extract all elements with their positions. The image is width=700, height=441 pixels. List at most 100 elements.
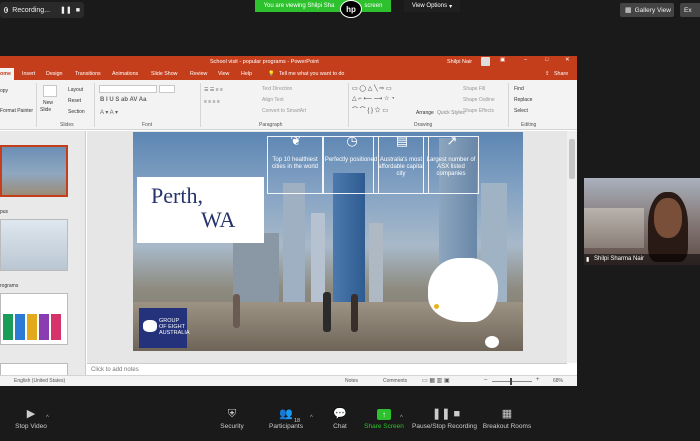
comments-toggle[interactable]: Comments	[383, 378, 407, 384]
language-indicator[interactable]: English (United States)	[14, 378, 65, 384]
arrange-button[interactable]: Arrange	[416, 110, 434, 116]
hp-logo: hp	[340, 0, 362, 18]
select-button[interactable]: Select	[514, 108, 528, 114]
status-bar: English (United States) Notes Comments ▭…	[0, 375, 577, 386]
tab-review[interactable]: Review	[190, 71, 207, 77]
vertical-scrollbar[interactable]	[567, 131, 577, 363]
find-button[interactable]: Find	[514, 86, 524, 92]
align-icon[interactable]: ≡ ≡ ≡ ≡	[204, 99, 220, 105]
group-label-paragraph: Paragraph	[259, 122, 283, 128]
viewing-text: You are viewing Shilpi Sha	[263, 3, 335, 9]
replace-button[interactable]: Replace	[514, 97, 532, 103]
avatar[interactable]	[481, 57, 490, 66]
tab-animations[interactable]: Animations	[112, 71, 138, 77]
participant-name: Shilpi Sharma Nair	[594, 256, 645, 262]
breakout-rooms-button[interactable]: ▦ Breakout Rooms	[482, 409, 532, 431]
shapes-gallery-icon-3[interactable]: ⌒ ⌒ { } ☆ ▭	[352, 105, 388, 114]
format-painter-button[interactable]: Format Painter	[0, 108, 33, 114]
grid-icon: ▦	[625, 7, 632, 14]
view-buttons-icon[interactable]: ▭ ▦ ▥ ▣	[422, 377, 450, 384]
tab-help[interactable]: Help	[241, 71, 252, 77]
ribbon-options-icon[interactable]: ▣	[500, 57, 505, 63]
gallery-view-label: Gallery View	[634, 6, 671, 14]
share-screen-icon: ↑	[377, 409, 391, 420]
new-slide-label-2: Slide	[40, 107, 52, 113]
slide-thumbnail[interactable]	[0, 293, 68, 345]
participant-face	[654, 198, 682, 238]
section-button[interactable]: Section	[68, 109, 85, 115]
stat-text: Australia's most affordable capital city	[378, 157, 424, 177]
font-color-icons[interactable]: A ▾ A ▾	[100, 109, 118, 116]
maximize-icon[interactable]: □	[545, 57, 548, 63]
ppt-title: School visit - popular programs - PowerP…	[210, 59, 319, 65]
video-options-chevron-icon[interactable]: ^	[46, 415, 49, 421]
group-label-editing: Editing	[521, 122, 537, 128]
share-button[interactable]: Share	[554, 71, 568, 77]
shape-outline-button[interactable]: Shape Outline	[463, 97, 495, 103]
zoom-out-icon[interactable]: –	[484, 377, 487, 383]
stat-card: ◷ Perfectly positioned	[323, 133, 379, 194]
font-size-box[interactable]	[159, 85, 175, 93]
shapes-gallery-icon[interactable]: ▭ ◯ △ ╲ ⇨ ▭	[352, 85, 392, 92]
share-options-chevron-icon[interactable]: ^	[400, 415, 403, 421]
tasmania-shape	[485, 336, 499, 348]
person	[351, 294, 358, 332]
copy-button[interactable]: opy	[0, 88, 8, 94]
slide[interactable]: Perth, WA ❦ Top 10 healthiest cities in …	[133, 132, 523, 351]
notes-pane[interactable]: Click to add notes	[87, 363, 567, 375]
tell-me-search[interactable]: Tell me what you want to do	[279, 71, 344, 77]
reset-button[interactable]: Reset	[68, 98, 81, 104]
close-icon[interactable]: ✕	[565, 57, 570, 63]
stat-card: ↗ Largest number of ASX listed companies	[423, 133, 479, 194]
gallery-view-button[interactable]: ▦ Gallery View	[620, 3, 674, 17]
zoom-slider[interactable]	[492, 381, 532, 382]
quick-styles-button[interactable]: Quick Styles	[437, 110, 465, 116]
share-screen-button[interactable]: ↑ Share Screen	[364, 409, 404, 430]
participant-video[interactable]: ▮ Shilpi Sharma Nair	[584, 178, 700, 265]
slide-thumbnail[interactable]	[0, 145, 68, 197]
zoom-level[interactable]: 68%	[553, 378, 563, 384]
tab-design[interactable]: Design	[46, 71, 63, 77]
participants-button[interactable]: 👥 Participants	[264, 409, 308, 431]
stop-recording-icon[interactable]: ■	[76, 7, 80, 14]
bullets-icon[interactable]: ☰ ☰ ≡ ≡	[204, 87, 223, 93]
participants-chevron-icon[interactable]: ^	[310, 415, 313, 421]
align-text-button[interactable]: Align Text	[262, 97, 284, 103]
security-button[interactable]: ⛨ Security	[214, 409, 250, 431]
zoom-in-icon[interactable]: +	[536, 377, 540, 383]
font-format-icons[interactable]: B I U S ab AV Aa	[100, 97, 146, 103]
font-name-box[interactable]	[99, 85, 157, 93]
notes-toggle[interactable]: Notes	[345, 378, 358, 384]
shape-fill-button[interactable]: Shape Fill	[463, 86, 485, 92]
video-camera-icon: ▶	[26, 408, 36, 420]
share-icon[interactable]: ⇪	[545, 71, 549, 77]
pause-stop-recording-button[interactable]: ❚❚ ■ Pause/Stop Recording	[412, 409, 477, 431]
view-options-button[interactable]: View Options ▾	[404, 0, 460, 12]
slide-thumbnails-pane: pus rograms	[0, 131, 86, 383]
text-direction-button[interactable]: Text Direction	[262, 86, 292, 92]
smartart-button[interactable]: Convert to SmartArt	[262, 108, 306, 114]
tab-home[interactable]: ome	[0, 68, 14, 80]
building	[369, 223, 383, 303]
tab-transitions[interactable]: Transitions	[75, 71, 101, 77]
group-label-drawing: Drawing	[414, 122, 433, 128]
thumbnail-caption: pus	[0, 209, 9, 215]
tab-view[interactable]: View	[218, 71, 229, 77]
shape-effects-button[interactable]: Shape Effects	[463, 108, 494, 114]
zoom-slider-handle[interactable]	[510, 378, 512, 385]
tab-slide-show[interactable]: Slide Show	[151, 71, 178, 77]
thumbnail-caption: rograms	[0, 283, 19, 289]
shapes-gallery-icon-2[interactable]: △ ⌐ ⟵ ⟶ ☆ ◔	[352, 95, 395, 102]
chat-button[interactable]: 💬 Chat	[328, 409, 352, 431]
minimize-icon[interactable]: –	[524, 57, 527, 63]
group-of-eight-logo: GROUP OF EIGHT AUSTRALIA	[139, 308, 190, 348]
new-slide-icon[interactable]	[43, 85, 57, 97]
layout-button[interactable]: Layout	[68, 87, 83, 93]
slide-thumbnail[interactable]	[0, 219, 68, 271]
pause-recording-icon[interactable]: ❚❚	[60, 6, 72, 14]
new-slide-label[interactable]: New	[43, 100, 53, 106]
stat-text: Largest number of ASX listed companies	[426, 157, 476, 177]
tab-insert[interactable]: Insert	[22, 71, 35, 77]
stat-card: ❦ Top 10 healthiest cities in the world	[267, 133, 323, 194]
exit-fullscreen-button[interactable]: Ex	[680, 3, 700, 17]
